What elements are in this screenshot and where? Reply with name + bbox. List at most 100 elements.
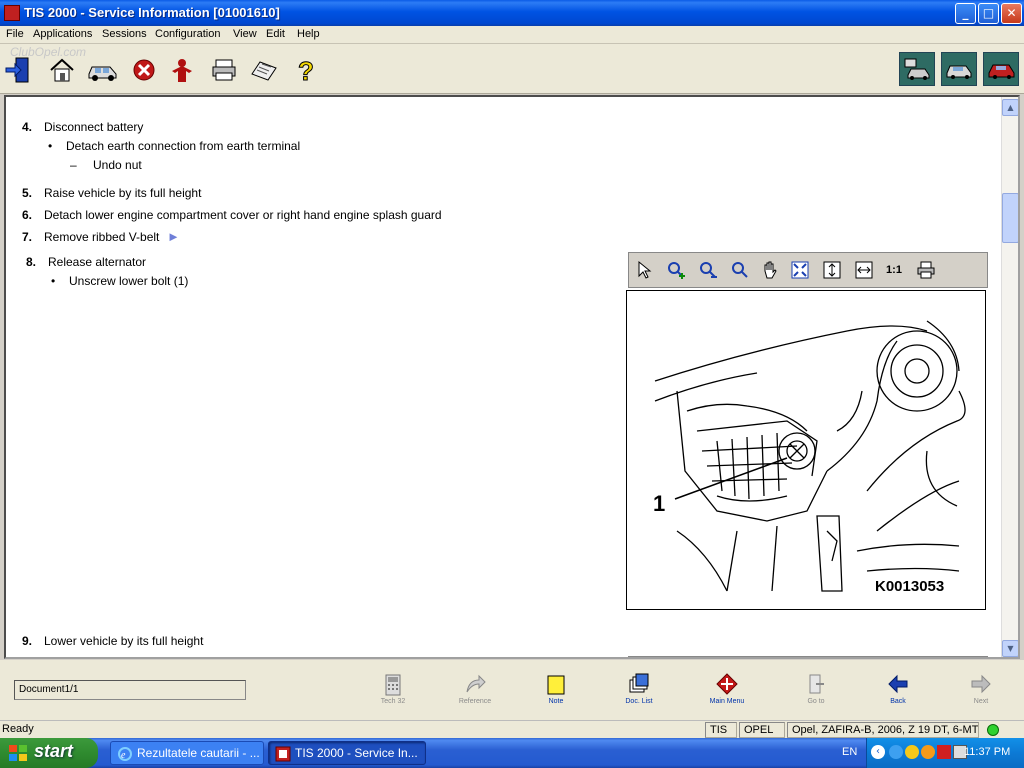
keyboard-icon[interactable]: [248, 54, 280, 86]
taskbar-item-label: Rezultatele cautarii - ...: [137, 746, 260, 760]
main-menu-label: Main Menu: [709, 698, 745, 705]
step-number: 4.: [22, 120, 33, 134]
window-title: TIS 2000 - Service Information [01001610…: [24, 5, 280, 20]
reference-button[interactable]: Reference: [447, 672, 503, 705]
minimize-button[interactable]: _: [955, 3, 976, 24]
step-number: 6.: [22, 208, 33, 222]
sub-step-text: Undo nut: [93, 158, 142, 172]
viewer-bottom-edge: [628, 656, 988, 657]
tray-network-icon[interactable]: [889, 745, 903, 759]
taskbar-item-label: TIS 2000 - Service In...: [295, 746, 418, 760]
alternator-figure[interactable]: 1 K0013053: [626, 290, 986, 610]
stop-icon[interactable]: [128, 54, 160, 86]
doc-list-button[interactable]: Doc. List: [611, 672, 667, 705]
windows-flag-icon: [9, 745, 27, 761]
document-field[interactable]: Document1/1: [14, 680, 246, 700]
status-system: TIS: [705, 722, 737, 738]
language-indicator[interactable]: EN: [842, 746, 857, 758]
step-text: Detach lower engine compartment cover or…: [44, 208, 442, 222]
zoom-in-icon[interactable]: [665, 259, 687, 281]
next-label: Next: [973, 698, 989, 705]
tis-app-icon: [275, 746, 291, 762]
pan-hand-icon[interactable]: [759, 259, 781, 281]
start-button[interactable]: start: [0, 738, 98, 768]
step-text: Disconnect battery: [44, 120, 144, 134]
menu-sessions[interactable]: Sessions: [102, 28, 147, 40]
reference-label: Reference: [458, 698, 492, 705]
menu-view[interactable]: View: [233, 28, 257, 40]
clock[interactable]: 11:37 PM: [964, 746, 1010, 758]
fit-height-icon[interactable]: [821, 259, 843, 281]
title-bar[interactable]: TIS 2000 - Service Information [01001610…: [0, 0, 1024, 26]
exit-icon[interactable]: [2, 54, 34, 86]
figure-callout: 1: [653, 491, 666, 516]
online-indicator-icon: [987, 724, 999, 736]
taskbar-item-browser[interactable]: e Rezultatele cautarii - ...: [110, 741, 264, 765]
ie-icon: e: [118, 747, 132, 761]
menu-file[interactable]: File: [6, 28, 24, 40]
menu-edit[interactable]: Edit: [266, 28, 285, 40]
tech32-icon: [385, 674, 401, 696]
link-arrow-icon[interactable]: ►: [167, 229, 180, 244]
sub-bullet: •: [51, 274, 56, 288]
zoom-out-icon[interactable]: [697, 259, 719, 281]
fit-page-icon[interactable]: [789, 259, 811, 281]
note-button[interactable]: Note: [528, 672, 584, 705]
zoom-icon[interactable]: [729, 259, 751, 281]
step-number: 5.: [22, 186, 33, 200]
person-icon[interactable]: [166, 54, 198, 86]
back-icon: [888, 674, 908, 694]
menu-bar: File Applications Sessions Configuration…: [0, 26, 1024, 44]
scroll-down-button[interactable]: ▼: [1002, 640, 1018, 657]
help-icon[interactable]: ?: [290, 54, 322, 86]
scroll-thumb[interactable]: [1002, 193, 1018, 243]
print-icon[interactable]: [208, 54, 240, 86]
goto-button[interactable]: Go to: [788, 672, 844, 705]
sub-step-text: Detach earth connection from earth termi…: [66, 139, 301, 153]
tech32-button[interactable]: Tech 32: [365, 672, 421, 705]
close-button[interactable]: ✕: [1001, 3, 1022, 24]
figure-code: K0013053: [875, 578, 945, 595]
document-pane[interactable]: 4. Disconnect battery • Detach earth con…: [4, 95, 1020, 659]
print-image-icon[interactable]: [915, 259, 937, 281]
maximize-button[interactable]: □: [978, 3, 999, 24]
next-button[interactable]: Next: [953, 672, 1009, 705]
svg-text:?: ?: [298, 56, 314, 84]
vehicle-icon[interactable]: [84, 54, 122, 86]
menu-applications[interactable]: Applications: [33, 28, 92, 40]
status-vehicle: Opel, ZAFIRA-B, 2006, Z 19 DT, 6-MT: [787, 722, 979, 738]
scroll-up-button[interactable]: ▲: [1002, 99, 1018, 116]
fit-width-icon[interactable]: [853, 259, 875, 281]
step-text: Release alternator: [48, 255, 147, 269]
main-menu-button[interactable]: Main Menu: [699, 672, 755, 705]
image-viewer-toolbar: 1:1: [628, 252, 988, 288]
tray-app-icon[interactable]: [937, 745, 951, 759]
mode-vehicle-icon[interactable]: [983, 52, 1019, 86]
vertical-scrollbar[interactable]: ▲ ▼: [1001, 97, 1018, 657]
navigation-bar: Document1/1 Tech 32 Reference Note Doc. …: [0, 660, 1024, 720]
reference-icon: [466, 674, 486, 693]
mode-diag-icon[interactable]: [941, 52, 977, 86]
home-icon[interactable]: [46, 54, 78, 86]
tray-expand-icon[interactable]: ‹: [871, 745, 885, 759]
tray-smiley-icon[interactable]: [921, 745, 935, 759]
sub-bullet: –: [70, 158, 77, 172]
back-button[interactable]: Back: [870, 672, 926, 705]
mode-service-icon[interactable]: [899, 52, 935, 86]
menu-configuration[interactable]: Configuration: [155, 28, 220, 40]
engine-line-drawing: [654, 320, 966, 592]
next-icon: [971, 674, 991, 694]
status-make: OPEL: [739, 722, 785, 738]
start-label: start: [34, 741, 74, 761]
pointer-icon[interactable]: [633, 259, 655, 281]
sub-bullet: •: [48, 139, 53, 153]
tray-messenger-icon[interactable]: [905, 745, 919, 759]
step-number: 9.: [22, 634, 33, 648]
taskbar-item-tis[interactable]: TIS 2000 - Service In...: [268, 741, 426, 765]
app-icon: [4, 5, 20, 21]
actual-size-icon[interactable]: 1:1: [883, 259, 905, 281]
status-bar: Ready TIS OPEL Opel, ZAFIRA-B, 2006, Z 1…: [0, 720, 1024, 738]
doc-list-icon: [629, 673, 649, 693]
step-text: Lower vehicle by its full height: [44, 634, 204, 648]
menu-help[interactable]: Help: [297, 28, 320, 40]
